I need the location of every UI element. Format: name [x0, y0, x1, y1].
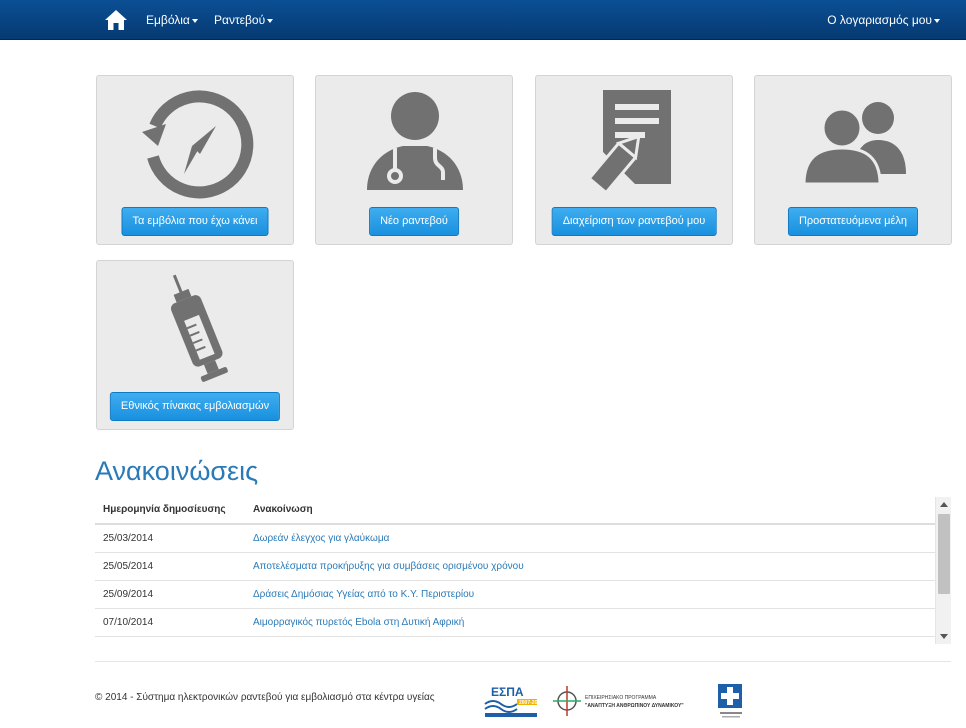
tile-new-appointment: Νέο ραντεβού [315, 75, 513, 245]
document-edit-icon [588, 90, 671, 194]
users-icon [802, 102, 906, 186]
column-header-announcement: Ανακοίνωση [245, 496, 935, 525]
scroll-down-arrow-icon[interactable] [940, 634, 948, 639]
protected-members-button[interactable]: Προστατευόμενα μέλη [787, 207, 919, 236]
history-clock-icon [142, 90, 254, 199]
announcement-link[interactable]: Δωρεάν έλεγχος για γλαύκωμα [245, 524, 935, 553]
espa-logo-text: ΕΣΠΑ [491, 685, 524, 699]
caret-down-icon [934, 18, 940, 23]
announcements-scrollbar[interactable] [935, 497, 951, 644]
announcement-date: 25/05/2014 [95, 552, 245, 581]
announcement-date: 25/03/2014 [95, 524, 245, 553]
nav-menu-appointments-label: Ραντεβού [214, 13, 266, 27]
table-row: 25/03/2014 Δωρεάν έλεγχος για γλαύκωμα [95, 524, 935, 553]
ministry-of-health-logo [712, 682, 750, 720]
manage-appointments-button[interactable]: Διαχείριση των ραντεβού μου [551, 207, 717, 236]
doctor-icon [367, 92, 463, 190]
scroll-up-arrow-icon[interactable] [940, 502, 948, 507]
announcements-title: Ανακοινώσεις [95, 456, 259, 486]
my-vaccinations-button[interactable]: Τα εμβόλια που έχω κάνει [121, 207, 269, 236]
footer-copyright: © 2014 - Σύστημα ηλεκτρονικών ραντεβού γ… [95, 692, 435, 703]
tile-national-vaccination-schedule: Εθνικός πίνακας εμβολιασμών [96, 260, 294, 430]
nav-account-menu[interactable]: Ο λογαριασμός μου [827, 0, 940, 40]
announcement-link[interactable]: Αποτελέσματα προκήρυξης για συμβάσεις ορ… [245, 552, 935, 581]
home-button[interactable] [104, 9, 128, 31]
table-row: 07/10/2014 Αιμορραγικός πυρετός Ebola στ… [95, 608, 935, 637]
nav-account-label: Ο λογαριασμός μου [827, 13, 932, 27]
national-vaccination-schedule-button[interactable]: Εθνικός πίνακας εμβολιασμών [109, 392, 281, 421]
operational-programme-line2: "ΑΝΑΠΤΥΞΗ ΑΝΘΡΩΠΙΝΟΥ ΔΥΝΑΜΙΚΟΥ" [585, 703, 684, 709]
syringe-icon [170, 274, 228, 382]
tile-my-vaccinations: Τα εμβόλια που έχω κάνει [96, 75, 294, 245]
espa-logo-subtext: 2007-2013 [519, 700, 537, 706]
scrollbar-thumb[interactable] [938, 514, 950, 594]
announcements-table: Ημερομηνία δημοσίευσης Ανακοίνωση 25/03/… [95, 496, 935, 637]
announcement-link[interactable]: Δράσεις Δημόσιας Υγείας από το Κ.Υ. Περι… [245, 580, 935, 609]
column-header-date: Ημερομηνία δημοσίευσης [95, 496, 245, 525]
espa-logo: ΕΣΠΑ 2007-2013 [483, 684, 543, 718]
announcements-table-container[interactable]: Ημερομηνία δημοσίευσης Ανακοίνωση 25/03/… [95, 496, 951, 648]
footer-divider [95, 661, 951, 662]
table-row: 25/05/2014 Αποτελέσματα προκήρυξης για σ… [95, 552, 935, 581]
announcement-link[interactable]: Αιμορραγικός πυρετός Ebola στη Δυτική Αφ… [245, 608, 935, 637]
nav-menu-appointments[interactable]: Ραντεβού [214, 0, 274, 40]
caret-down-icon [267, 18, 274, 23]
tile-manage-appointments: Διαχείριση των ραντεβού μου [535, 75, 733, 245]
announcement-date: 25/09/2014 [95, 580, 245, 609]
table-header-row: Ημερομηνία δημοσίευσης Ανακοίνωση [95, 496, 935, 525]
new-appointment-button[interactable]: Νέο ραντεβού [369, 207, 459, 236]
nav-menu-vaccines-label: Εμβόλια [146, 13, 190, 27]
top-navbar: Εμβόλια Ραντεβού Ο λογαριασμός μου [0, 0, 966, 40]
announcement-date: 07/10/2014 [95, 608, 245, 637]
operational-programme-line1: ΕΠΙΧΕΙΡΗΣΙΑΚΟ ΠΡΟΓΡΑΜΜΑ [585, 695, 657, 701]
table-row: 25/09/2014 Δράσεις Δημόσιας Υγείας από τ… [95, 580, 935, 609]
operational-programme-logo: ΕΠΙΧΕΙΡΗΣΙΑΚΟ ΠΡΟΓΡΑΜΜΑ "ΑΝΑΠΤΥΞΗ ΑΝΘΡΩΠ… [553, 684, 693, 718]
tile-protected-members: Προστατευόμενα μέλη [754, 75, 952, 245]
caret-down-icon [191, 18, 198, 23]
home-icon [105, 10, 127, 30]
nav-menu-vaccines[interactable]: Εμβόλια [146, 0, 198, 40]
